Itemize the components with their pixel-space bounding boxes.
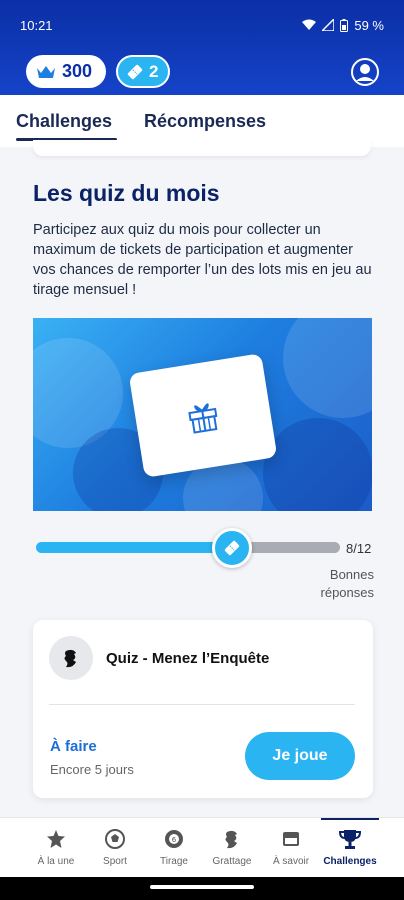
- section-title: Les quiz du mois: [33, 180, 220, 206]
- signal-icon: [322, 19, 335, 31]
- tickets-pill[interactable]: 2: [116, 55, 170, 88]
- profile-button[interactable]: [350, 57, 380, 87]
- nav-item-sport[interactable]: Sport: [86, 818, 144, 878]
- nav-label: Challenges: [323, 856, 377, 867]
- nav-label: À savoir: [272, 856, 310, 867]
- nav-label: Grattage: [212, 856, 252, 867]
- tickets-value: 2: [149, 61, 159, 81]
- battery-level: 59 %: [354, 17, 384, 33]
- detective-icon: [64, 649, 76, 668]
- quiz-title: Quiz - Menez l’Enquête: [106, 650, 270, 667]
- gift-icon: [188, 402, 218, 434]
- ticket-icon: [224, 540, 240, 556]
- top-bar: 10:21 59 % 300 2: [0, 0, 404, 95]
- svg-text:6: 6: [172, 836, 177, 844]
- wifi-icon: [302, 19, 317, 30]
- scratch-icon: [225, 830, 237, 849]
- gift-card: [128, 353, 278, 478]
- progress-fill: [36, 542, 226, 553]
- quiz-card[interactable]: Quiz - Menez l’Enquête À faire Encore 5 …: [33, 620, 373, 798]
- nav-item-challenges[interactable]: Challenges: [321, 818, 379, 878]
- status-time: 10:21: [20, 17, 53, 33]
- quiz-remaining-time: Encore 5 jours: [50, 762, 134, 777]
- bottom-navigation: À la une Sport 6 Tirage Grattage À savoi…: [0, 817, 404, 877]
- profile-icon: [351, 58, 379, 86]
- nav-label: Sport: [103, 856, 127, 867]
- play-button[interactable]: Je joue: [245, 732, 355, 780]
- quiz-status: À faire: [50, 738, 97, 755]
- nav-item-grattage[interactable]: Grattage: [203, 818, 261, 878]
- battery-icon: [340, 18, 349, 32]
- points-pill[interactable]: 300: [26, 55, 106, 88]
- crown-icon: [37, 65, 55, 78]
- section-description: Participez aux quiz du mois pour collect…: [33, 222, 372, 298]
- nav-item-a-la-une[interactable]: À la une: [27, 818, 85, 878]
- ticket-icon: [127, 64, 143, 79]
- trophy-icon: [338, 830, 362, 849]
- progress-count: 8/12: [346, 541, 372, 556]
- tab-challenges[interactable]: Challenges: [16, 111, 112, 132]
- lottery-ball-icon: 6: [165, 830, 183, 848]
- previous-card-edge: [33, 140, 371, 156]
- divider: [49, 704, 355, 705]
- points-value: 300: [62, 61, 93, 81]
- progress-knob: [212, 528, 252, 568]
- quiz-banner-image: [33, 318, 372, 511]
- gesture-handle[interactable]: [150, 885, 254, 889]
- system-gesture-bar: [0, 877, 404, 900]
- nav-item-tirage[interactable]: 6 Tirage: [145, 818, 203, 878]
- nav-label: À la une: [37, 856, 75, 867]
- star-icon: [47, 830, 65, 848]
- ball-icon: [105, 829, 125, 849]
- progress-track: [240, 542, 340, 553]
- status-bar: 10:21 59 %: [20, 16, 384, 34]
- tab-recompenses[interactable]: Récompenses: [144, 111, 266, 132]
- info-card-icon: [283, 832, 299, 846]
- nav-label: Tirage: [160, 856, 188, 867]
- quiz-avatar: [49, 636, 93, 680]
- progress-label: Bonnes réponses: [320, 567, 374, 600]
- nav-item-a-savoir[interactable]: À savoir: [262, 818, 320, 878]
